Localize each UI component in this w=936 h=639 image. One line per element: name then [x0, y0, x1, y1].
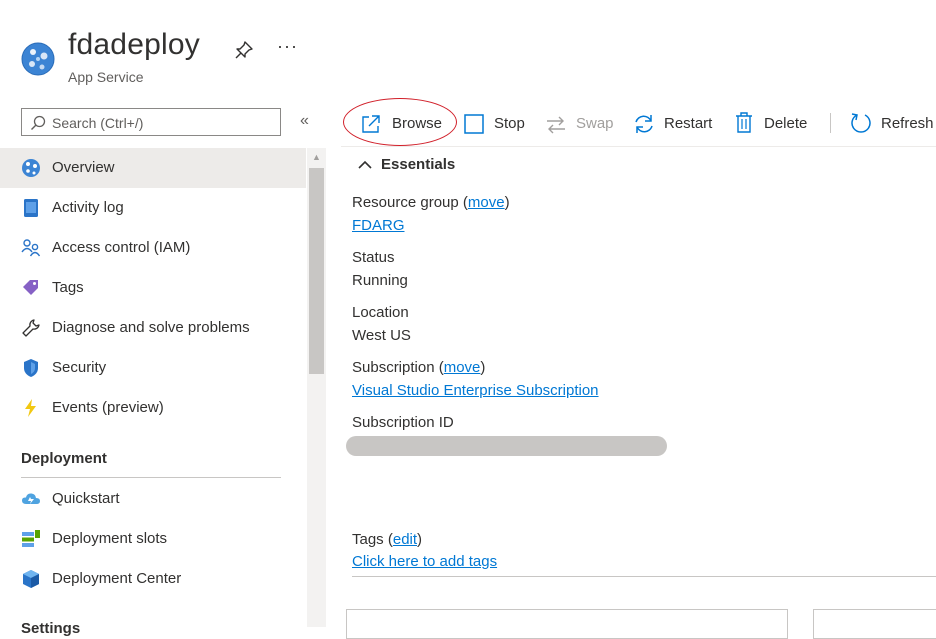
sidebar-item-label: Events (preview)	[52, 399, 164, 416]
subscription-move-link[interactable]: move	[444, 359, 481, 376]
restart-button[interactable]: Restart	[633, 112, 718, 136]
resource-group-label: Resource group (move)	[352, 194, 510, 211]
activity-log-icon	[24, 199, 38, 217]
swap-button[interactable]: Swap	[545, 112, 617, 136]
cloud-icon	[22, 493, 40, 504]
subscription-id-label: Subscription ID	[352, 414, 454, 431]
restart-icon	[635, 115, 653, 133]
cube-icon	[23, 570, 39, 588]
tags-edit-link[interactable]: edit	[393, 531, 417, 548]
refresh-icon	[851, 113, 871, 133]
lightning-icon	[25, 399, 36, 417]
location-value: West US	[352, 327, 411, 344]
search-input[interactable]: Search (Ctrl+/)	[21, 108, 281, 136]
sidebar-item-label: Access control (IAM)	[52, 239, 191, 256]
page-title: fdadeploy	[68, 28, 200, 61]
sidebar-item-overview[interactable]: Overview	[0, 148, 306, 188]
section-header-deployment: Deployment	[21, 450, 107, 467]
subscription-label: Subscription (move)	[352, 359, 486, 376]
app-service-icon	[21, 42, 55, 76]
chevron-up-icon[interactable]	[357, 158, 373, 172]
slots-icon	[22, 530, 40, 547]
stop-button[interactable]: Stop	[463, 112, 533, 136]
resource-group-move-link[interactable]: move	[468, 194, 505, 211]
subscription-id-redacted	[346, 436, 667, 456]
sidebar-item-label: Quickstart	[52, 490, 120, 507]
delete-button[interactable]: Delete	[734, 112, 816, 136]
tag-icon	[23, 280, 38, 295]
subscription-value[interactable]: Visual Studio Enterprise Subscription	[352, 382, 599, 399]
delete-label: Delete	[764, 115, 808, 132]
location-label: Location	[352, 304, 409, 321]
sidebar-item-deployment-center[interactable]: Deployment Center	[0, 559, 306, 599]
sidebar-item-label: Overview	[52, 159, 115, 176]
tags-label: Tags (edit)	[352, 531, 423, 548]
globe-icon	[22, 159, 40, 177]
wrench-icon	[22, 319, 40, 337]
more-options-button[interactable]: ···	[277, 36, 298, 57]
sidebar-item-events[interactable]: Events (preview)	[0, 388, 306, 428]
people-icon	[21, 239, 41, 257]
essentials-divider	[352, 576, 936, 577]
collapse-sidebar-button[interactable]: «	[300, 112, 309, 130]
search-icon	[31, 115, 46, 130]
sidebar-item-label: Deployment slots	[52, 530, 168, 547]
restart-label: Restart	[664, 115, 713, 132]
sidebar-item-quickstart[interactable]: Quickstart	[0, 479, 306, 519]
sidebar-item-access-control[interactable]: Access control (IAM)	[0, 228, 306, 268]
toolbar-separator	[830, 113, 831, 133]
search-placeholder: Search (Ctrl+/)	[52, 115, 144, 131]
sidebar-item-label: Deployment Center	[52, 570, 182, 587]
dashboard-card	[813, 609, 936, 639]
sidebar-item-label: Tags	[52, 279, 84, 296]
section-header-settings: Settings	[21, 620, 81, 637]
sidebar-item-activity-log[interactable]: Activity log	[0, 188, 306, 228]
trash-icon	[736, 112, 752, 133]
dashboard-card	[346, 609, 788, 639]
stop-icon	[464, 114, 484, 134]
essentials-header[interactable]: Essentials	[381, 156, 455, 173]
swap-icon	[547, 116, 565, 134]
pin-icon[interactable]	[234, 40, 254, 60]
annotation-circle	[343, 98, 457, 146]
sidebar-item-security[interactable]: Security	[0, 348, 306, 388]
scroll-up-arrow-icon[interactable]: ▲	[312, 152, 321, 162]
sidebar-item-tags[interactable]: Tags	[0, 268, 306, 308]
swap-label: Swap	[576, 115, 614, 132]
add-tags-link[interactable]: Click here to add tags	[352, 553, 497, 570]
refresh-label: Refresh	[881, 115, 934, 132]
stop-label: Stop	[494, 115, 525, 132]
resource-type: App Service	[68, 69, 144, 85]
resource-group-value[interactable]: FDARG	[352, 217, 405, 234]
shield-icon	[24, 359, 38, 377]
status-label: Status	[352, 249, 395, 266]
section-divider	[21, 477, 281, 478]
sidebar-item-label: Security	[52, 359, 107, 376]
sidebar-item-deployment-slots[interactable]: Deployment slots	[0, 519, 306, 559]
status-value: Running	[352, 272, 408, 289]
scrollbar-thumb[interactable]	[309, 168, 324, 374]
refresh-button[interactable]: Refresh	[850, 112, 936, 136]
toolbar-divider	[341, 146, 936, 147]
sidebar-item-label: Activity log	[52, 199, 124, 216]
sidebar-item-diagnose[interactable]: Diagnose and solve problems	[0, 308, 306, 348]
sidebar-item-label: Diagnose and solve problems	[52, 319, 250, 336]
